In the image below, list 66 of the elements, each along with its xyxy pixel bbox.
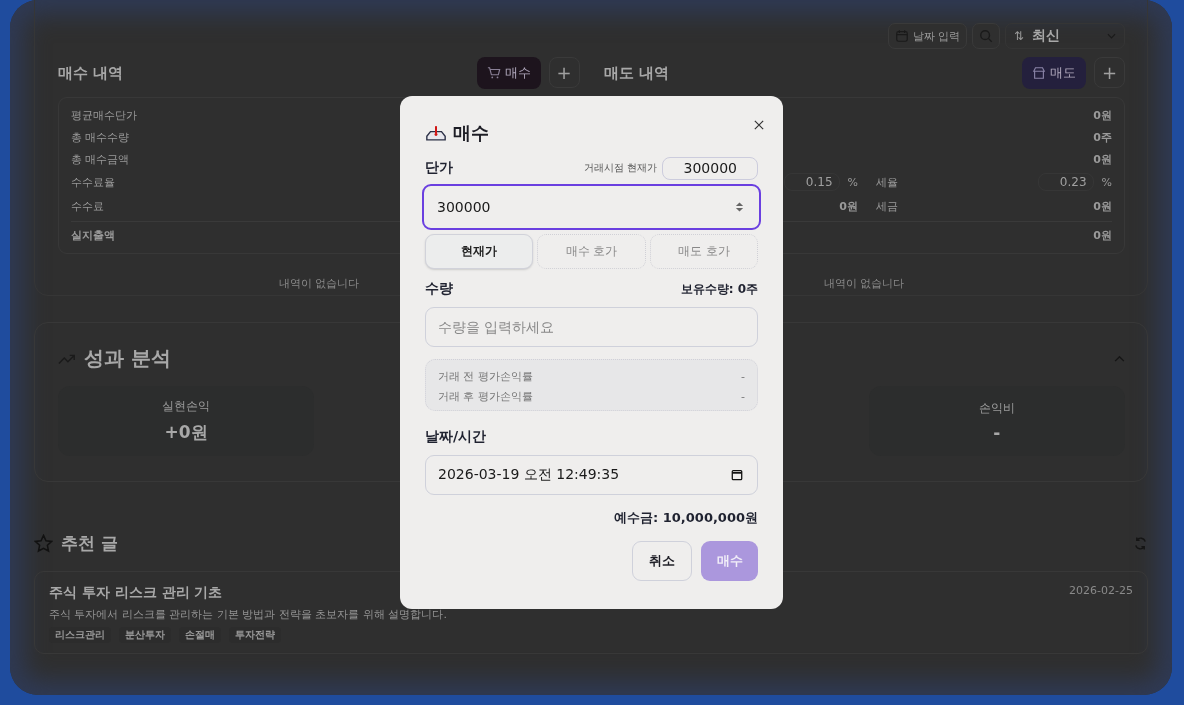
summary-label: 총 매수금액 bbox=[71, 151, 130, 167]
stat-label: 손익비 bbox=[978, 399, 1015, 417]
summary-value: 0원 bbox=[1093, 198, 1112, 214]
unit-label: % bbox=[1101, 175, 1112, 189]
article-date: 2026-02-25 bbox=[1069, 584, 1133, 599]
close-icon[interactable] bbox=[754, 120, 764, 130]
section-title: 매수 내역 bbox=[58, 63, 124, 83]
holding-quantity: 보유수량: 0주 bbox=[680, 280, 758, 298]
stat-value: - bbox=[993, 422, 1001, 443]
pnl-value: - bbox=[741, 389, 745, 403]
stat-value: +0원 bbox=[164, 421, 208, 444]
quantity-input[interactable]: 수량을 입력하세요 bbox=[425, 307, 758, 347]
pnl-label: 거래 후 평가손익률 bbox=[438, 388, 533, 404]
summary-label: 수수료율 bbox=[71, 174, 115, 190]
summary-label: 평균매수단가 bbox=[71, 107, 137, 123]
summary-label: 실지출액 bbox=[71, 228, 115, 243]
cancel-button[interactable]: 취소 bbox=[632, 541, 692, 581]
store-icon bbox=[1032, 66, 1046, 80]
section-title: 매도 내역 bbox=[603, 63, 669, 83]
tag: 분산투자 bbox=[119, 627, 171, 643]
stat-label: 실현손익 bbox=[162, 398, 211, 415]
sort-icon: ⇅ bbox=[1014, 29, 1025, 43]
tag: 리스크관리 bbox=[49, 627, 111, 643]
summary-label: 총 매수수량 bbox=[71, 129, 130, 145]
calendar-icon[interactable] bbox=[731, 469, 743, 481]
field-label: 수량 bbox=[425, 280, 453, 298]
summary-value: 0원 bbox=[1093, 228, 1112, 243]
price-input[interactable]: 300000 bbox=[422, 184, 761, 230]
sell-button[interactable]: 매도 bbox=[1022, 57, 1086, 89]
unit-label: % bbox=[847, 175, 858, 189]
spinner-icon[interactable] bbox=[735, 200, 744, 214]
empty-message: 내역이 없습니다 bbox=[278, 276, 359, 291]
buy-stamp-icon bbox=[425, 124, 447, 142]
pnl-label: 거래 전 평가손익률 bbox=[438, 368, 533, 384]
article-title: 주식 투자 리스크 관리 기초 bbox=[49, 584, 223, 602]
market-price-label: 거래시점 현재가 bbox=[583, 161, 657, 175]
summary-value: 0주 bbox=[1093, 129, 1112, 145]
add-button[interactable]: + bbox=[548, 57, 580, 88]
summary-value: 0원 bbox=[839, 198, 858, 214]
dialog-title: 매수 bbox=[453, 121, 490, 145]
empty-message: 내역이 없습니다 bbox=[824, 276, 905, 291]
deposit-text: 예수금: 10,000,000원 bbox=[613, 509, 758, 527]
pnl-value: - bbox=[741, 369, 745, 383]
summary-label: 세금 bbox=[876, 198, 898, 214]
summary-value: 0원 bbox=[1093, 107, 1112, 123]
summary-label: 수수료 bbox=[71, 198, 104, 214]
section-title: 추천 글 bbox=[61, 532, 119, 555]
article-summary: 주식 투자에서 리스크를 관리하는 기본 방법과 전략을 초보자를 위해 설명합니다. bbox=[49, 607, 448, 622]
price-preset-button[interactable]: 현재가 bbox=[425, 234, 534, 269]
summary-label: 세율 bbox=[876, 174, 898, 190]
star-icon bbox=[34, 534, 53, 553]
section-title: 성과 분석 bbox=[84, 345, 172, 372]
field-label: 단가 bbox=[425, 159, 453, 177]
add-button[interactable]: + bbox=[1094, 57, 1125, 88]
sort-select[interactable]: ⇅ 최신 bbox=[1005, 23, 1125, 49]
summary-value: 0원 bbox=[1093, 151, 1112, 167]
date-input-button[interactable]: 날짜 입력 bbox=[887, 23, 967, 49]
rate-field[interactable]: 0.23 bbox=[1037, 173, 1094, 191]
tag: 투자전략 bbox=[229, 627, 281, 643]
tag: 손절매 bbox=[179, 627, 221, 643]
field-label: 날짜/시간 bbox=[425, 428, 487, 446]
market-price-field[interactable]: 300000 bbox=[662, 156, 758, 180]
sort-value: 최신 bbox=[1032, 27, 1062, 45]
datetime-input[interactable]: 2026-03-19 오전 12:49:35 bbox=[425, 455, 758, 495]
cart-icon bbox=[486, 66, 501, 80]
buy-button[interactable]: 매수 bbox=[476, 57, 541, 89]
